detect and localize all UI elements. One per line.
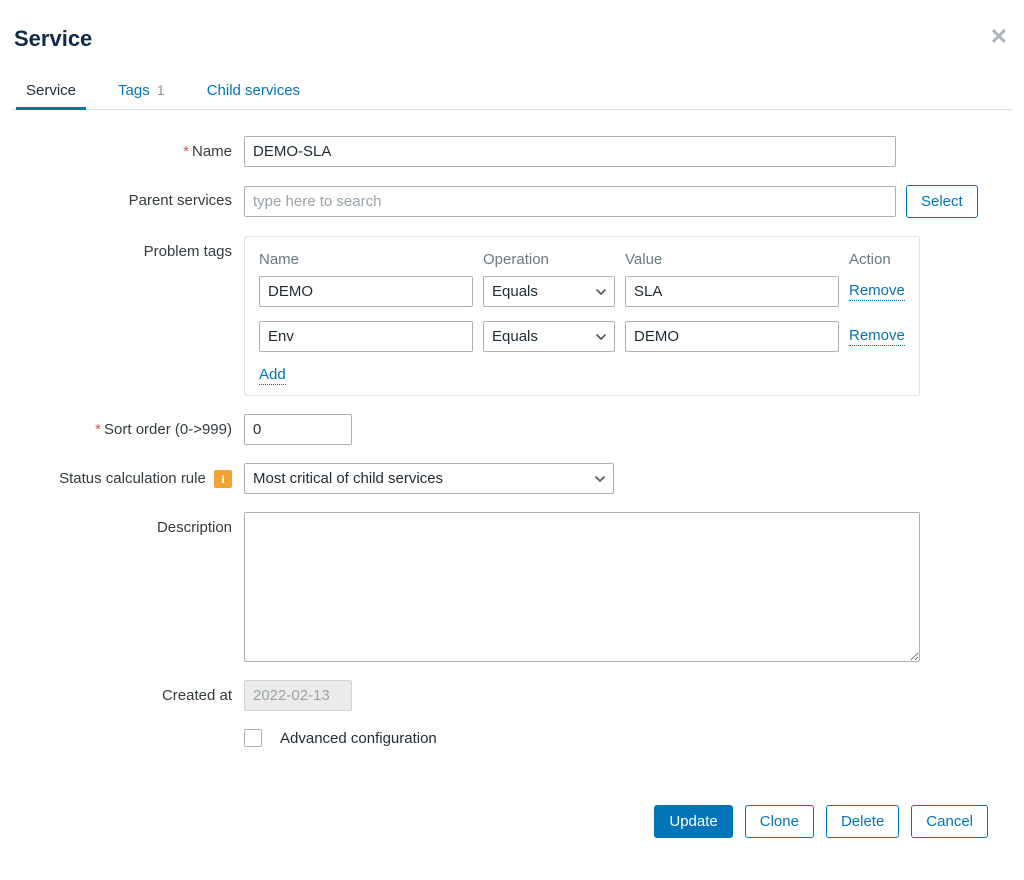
label-parent-services: Parent services (12, 185, 244, 209)
select-button[interactable]: Select (906, 185, 978, 218)
service-form: *Name Parent services Select Problem tag… (12, 110, 1012, 771)
tag-value-input[interactable] (625, 321, 839, 352)
service-modal: ✕ Service Service Tags 1 Child services … (12, 26, 1012, 838)
tab-service[interactable]: Service (26, 74, 76, 109)
tab-child-services[interactable]: Child services (207, 74, 300, 109)
delete-button[interactable]: Delete (826, 805, 899, 838)
col-action: Action (849, 251, 905, 268)
info-icon[interactable]: i (214, 470, 232, 488)
tag-name-input[interactable] (259, 321, 473, 352)
tab-label: Tags (118, 82, 150, 99)
label-status-rule: Status calculation rule i (12, 463, 244, 488)
parent-services-input[interactable] (244, 186, 896, 217)
tab-tags[interactable]: Tags 1 (118, 74, 165, 109)
label-description: Description (12, 512, 244, 536)
modal-footer: Update Clone Delete Cancel (12, 771, 1012, 838)
required-marker: * (95, 421, 101, 438)
tag-row: Equals Remove (259, 276, 905, 307)
tag-row: Equals Remove (259, 321, 905, 352)
sort-order-input[interactable] (244, 414, 352, 445)
tag-name-input[interactable] (259, 276, 473, 307)
tag-operation-select[interactable]: Equals (483, 321, 615, 352)
col-value: Value (625, 251, 839, 268)
label-problem-tags: Problem tags (12, 236, 244, 260)
add-link[interactable]: Add (259, 366, 286, 385)
tag-value-input[interactable] (625, 276, 839, 307)
remove-link[interactable]: Remove (849, 282, 905, 301)
name-input[interactable] (244, 136, 896, 167)
tab-label: Service (26, 82, 76, 99)
advanced-config-label: Advanced configuration (280, 730, 437, 747)
problem-tags-header: Name Operation Value Action (259, 251, 905, 268)
created-at-field (244, 680, 352, 711)
label-created-at: Created at (12, 680, 244, 704)
advanced-config-checkbox[interactable] (244, 729, 262, 747)
col-name: Name (259, 251, 473, 268)
update-button[interactable]: Update (654, 805, 732, 838)
tag-operation-select[interactable]: Equals (483, 276, 615, 307)
label-sort-order: *Sort order (0->999) (12, 414, 244, 438)
tab-bar: Service Tags 1 Child services (12, 74, 1012, 110)
clone-button[interactable]: Clone (745, 805, 814, 838)
col-operation: Operation (483, 251, 615, 268)
problem-tags-box: Name Operation Value Action Equals (244, 236, 920, 396)
modal-title: Service (14, 26, 1012, 52)
required-marker: * (183, 143, 189, 160)
remove-link[interactable]: Remove (849, 327, 905, 346)
status-rule-select[interactable]: Most critical of child services (244, 463, 614, 494)
tab-count: 1 (157, 82, 165, 98)
close-icon[interactable]: ✕ (990, 24, 1008, 50)
label-name: *Name (12, 136, 244, 160)
cancel-button[interactable]: Cancel (911, 805, 988, 838)
description-textarea[interactable] (244, 512, 920, 662)
tab-label: Child services (207, 82, 300, 99)
